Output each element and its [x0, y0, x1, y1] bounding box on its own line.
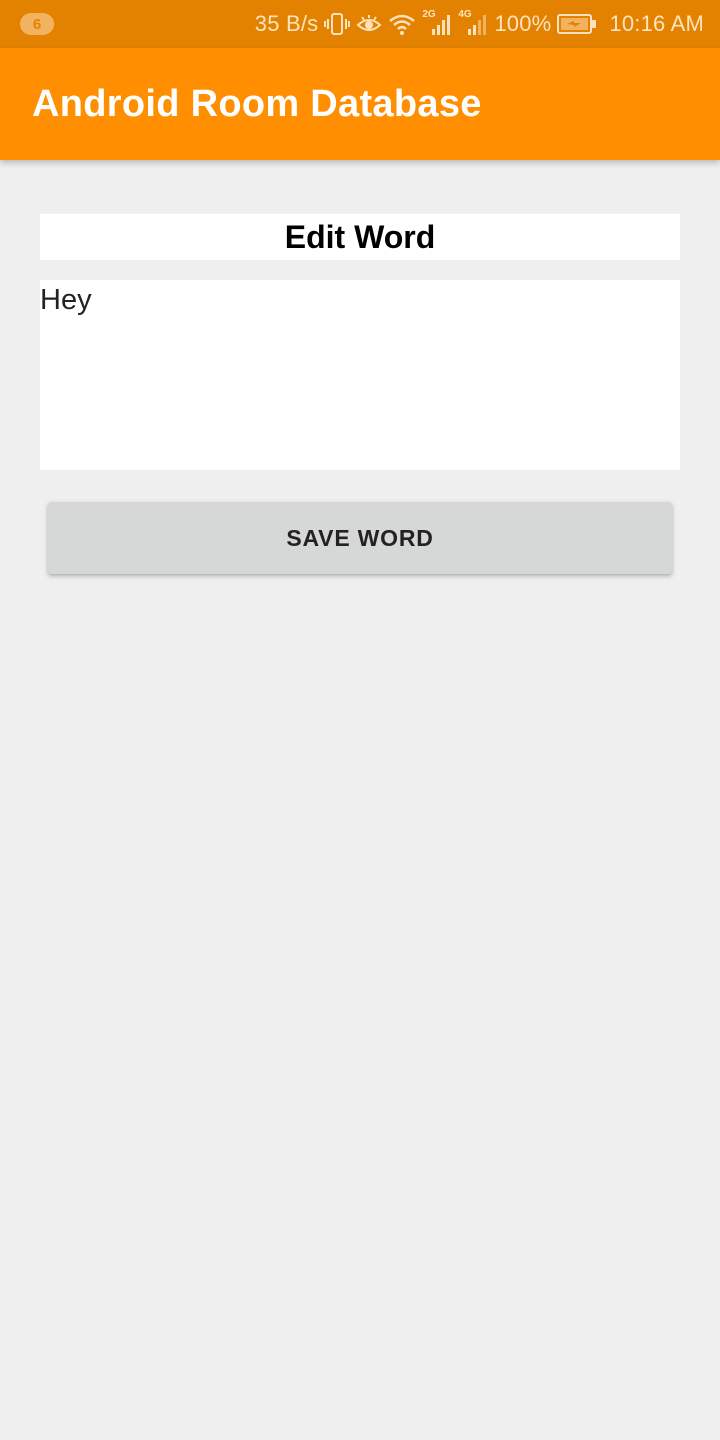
status-indicators: 35 B/s 2G 4G 100% 10:16 AM [254, 9, 704, 37]
app-title: Android Room Database [32, 82, 482, 125]
signal-2g-icon: 2G [422, 9, 452, 37]
battery-charging-icon [557, 13, 597, 35]
eye-icon [356, 12, 382, 36]
app-bar: Android Room Database [0, 48, 720, 160]
save-word-button[interactable]: SAVE WORD [48, 502, 672, 574]
battery-percent: 100% [494, 11, 552, 36]
notification-count-badge: 6 [20, 13, 54, 35]
network-speed: 35 B/s [254, 11, 319, 36]
signal-4g-icon: 4G [458, 9, 488, 37]
clock: 10:16 AM [609, 11, 704, 36]
edit-word-heading: Edit Word [40, 214, 680, 260]
vibrate-icon [324, 12, 351, 36]
status-bar: 6 35 B/s 2G 4G 100% 10:16 AM [0, 0, 720, 48]
word-input[interactable]: Hey [40, 280, 680, 470]
wifi-icon [388, 12, 416, 36]
